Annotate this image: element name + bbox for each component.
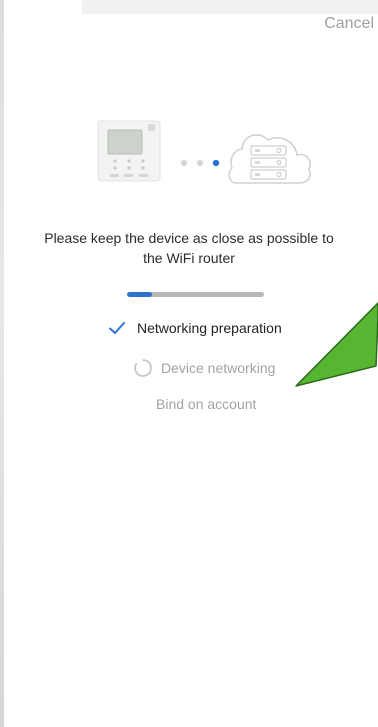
- connection-dots: [181, 159, 220, 167]
- step-label: Bind on account: [156, 396, 257, 412]
- instruction-text: Please keep the device as close as possi…: [44, 230, 334, 266]
- step-label: Device networking: [161, 360, 276, 376]
- screen: Cancel Please keep the device as close a…: [0, 0, 378, 727]
- step-device-networking: Device networking: [133, 356, 275, 380]
- progress-bar: [127, 292, 264, 297]
- controller-device-icon: [97, 120, 161, 182]
- step-networking-preparation: Networking preparation: [107, 316, 282, 340]
- device-to-cloud-illustration: [97, 120, 311, 184]
- progress-bar-fill: [127, 292, 152, 297]
- step-label: Networking preparation: [137, 320, 282, 336]
- check-icon: [109, 322, 125, 334]
- loading-icon: [134, 359, 152, 377]
- step-bind-on-account: Bind on account: [156, 392, 256, 416]
- cloud-server-icon: [228, 134, 311, 184]
